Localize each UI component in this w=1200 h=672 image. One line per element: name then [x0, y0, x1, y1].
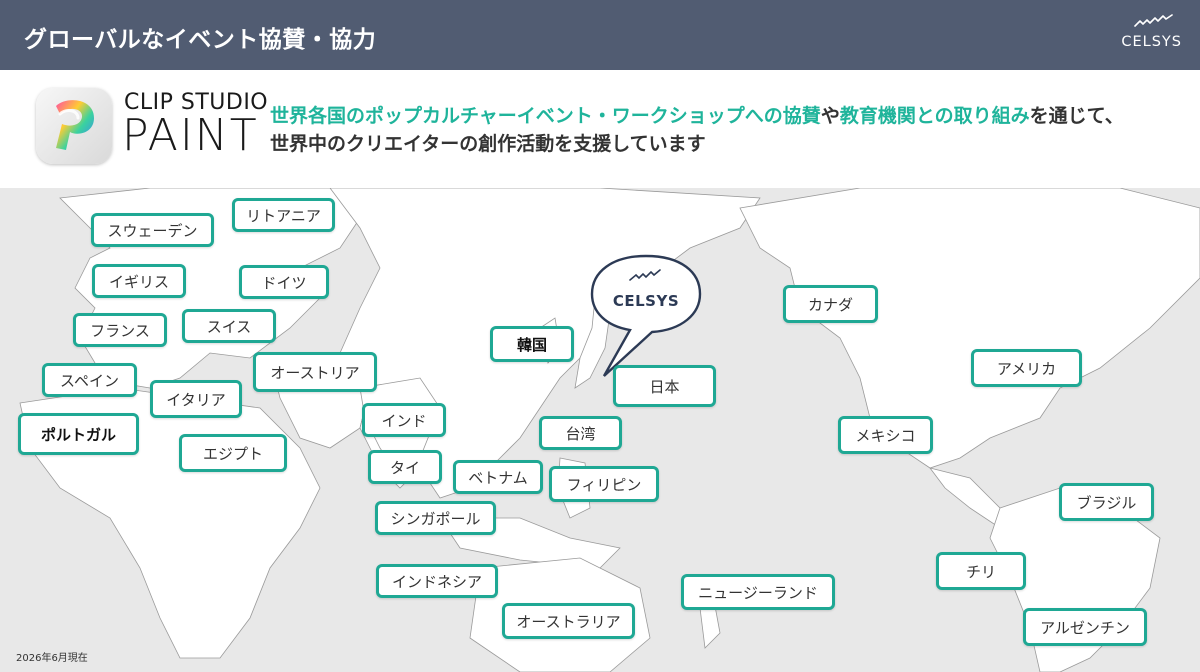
country-tag-switzerland: スイス — [182, 309, 276, 343]
celsys-signature-icon — [1134, 14, 1173, 27]
country-tag-austria: オーストリア — [253, 352, 377, 392]
clip-studio-paint-icon — [36, 88, 112, 164]
country-tag-uk: イギリス — [92, 264, 186, 298]
world-map: CELSYS スウェーデン リトアニア イギリス ドイツ フランス スイス スペ… — [0, 188, 1200, 672]
country-tag-vietnam: ベトナム — [453, 460, 543, 494]
lead-accent-1: 世界各国のポップカルチャーイベント・ワークショップへの協賛 — [270, 105, 821, 127]
country-tag-indonesia: インドネシア — [376, 564, 498, 598]
intro-section: CLIP STUDIO PAINT 世界各国のポップカルチャーイベント・ワークシ… — [0, 70, 1200, 188]
lead-text: 世界各国のポップカルチャーイベント・ワークショップへの協賛や教育機関との取り組み… — [270, 102, 1124, 158]
country-tag-australia: オーストラリア — [502, 603, 635, 639]
celsys-logo: CELSYS — [1118, 14, 1182, 54]
lead-line-1: 世界各国のポップカルチャーイベント・ワークショップへの協賛や教育機関との取り組み… — [270, 102, 1124, 130]
country-tag-japan: 日本 — [613, 365, 716, 407]
country-tag-chile: チリ — [936, 552, 1026, 590]
country-tag-brazil: ブラジル — [1059, 483, 1154, 521]
country-tag-usa: アメリカ — [971, 349, 1082, 387]
country-tag-germany: ドイツ — [239, 265, 329, 299]
country-tag-france: フランス — [73, 313, 167, 347]
country-tag-sweden: スウェーデン — [91, 213, 214, 247]
lead-line-2: 世界中のクリエイターの創作活動を支援しています — [270, 133, 706, 155]
lead-accent-2: 教育機関との取り組み — [839, 105, 1030, 127]
brand-name: CELSYS — [1121, 34, 1182, 50]
country-tag-new-zealand: ニュージーランド — [681, 574, 835, 610]
bubble-label: CELSYS — [612, 292, 680, 310]
country-tag-singapore: シンガポール — [375, 501, 496, 535]
country-tag-spain: スペイン — [42, 363, 137, 397]
app-name-main: PAINT — [122, 110, 259, 161]
country-tag-argentina: アルゼンチン — [1023, 608, 1147, 646]
country-tag-india: インド — [362, 403, 446, 437]
country-tag-mexico: メキシコ — [838, 416, 933, 454]
speech-bubble-icon — [590, 254, 702, 377]
country-tag-korea: 韓国 — [490, 326, 574, 362]
celsys-bubble: CELSYS — [586, 250, 706, 380]
country-tag-portugal: ポルトガル — [18, 413, 139, 455]
country-tag-philippines: フィリピン — [549, 466, 659, 502]
lead-plain-1: や — [820, 105, 840, 127]
as-of-date: 2026年6月現在 — [16, 653, 88, 664]
country-tag-lithuania: リトアニア — [232, 198, 335, 232]
country-tag-thailand: タイ — [368, 450, 442, 484]
country-tag-taiwan: 台湾 — [539, 416, 622, 450]
page-title: グローバルなイベント協賛・協力 — [24, 27, 377, 53]
lead-plain-2: を通じて、 — [1029, 105, 1124, 127]
country-tag-italy: イタリア — [150, 380, 242, 418]
country-tag-egypt: エジプト — [179, 434, 287, 472]
country-tag-canada: カナダ — [783, 285, 878, 323]
header-bar: グローバルなイベント協賛・協力 CELSYS — [0, 0, 1200, 70]
